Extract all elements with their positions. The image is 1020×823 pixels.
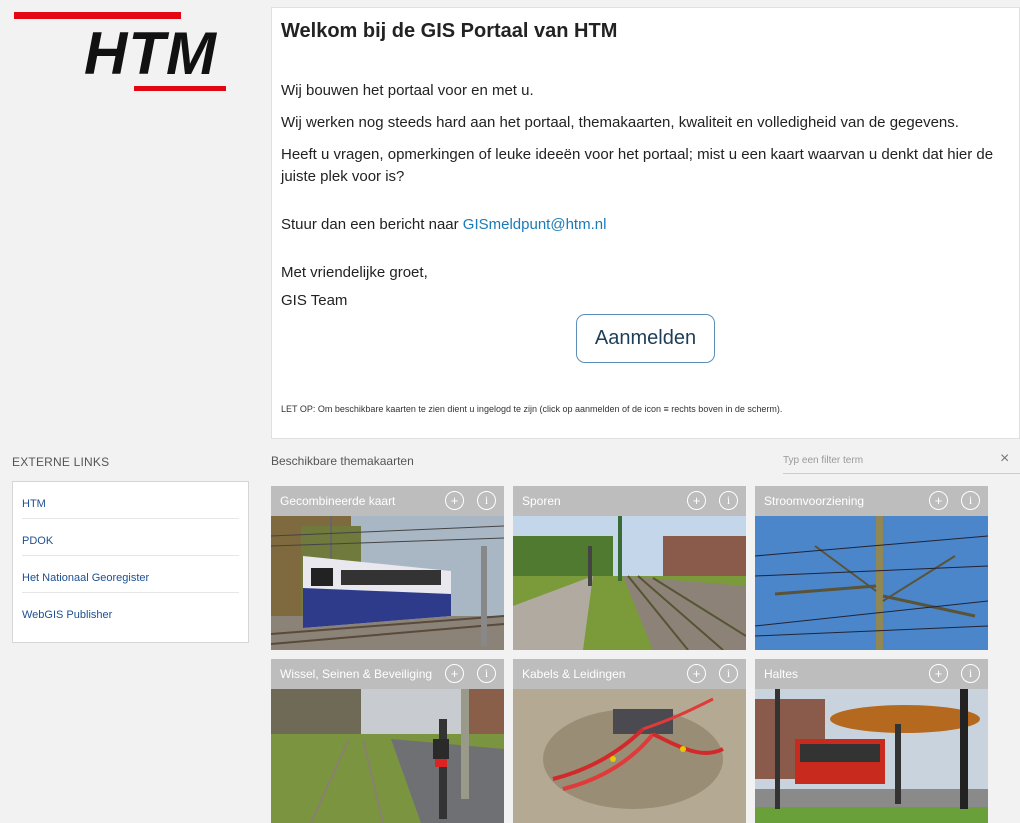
add-icon[interactable]: + (929, 664, 948, 683)
card-title: Sporen (522, 494, 561, 508)
map-card-kabels-leidingen[interactable]: Kabels & Leidingen + i (513, 659, 746, 823)
signal-photo (271, 689, 504, 823)
external-links-title: EXTERNE LINKS (12, 455, 110, 469)
logo-red-bar-bottom (134, 86, 226, 91)
add-icon[interactable]: + (445, 491, 464, 510)
welcome-paragraph-1: Wij bouwen het portaal voor en met u. (281, 82, 534, 99)
login-button[interactable]: Aanmelden (575, 314, 716, 363)
card-title: Haltes (764, 667, 799, 681)
external-link-pdok[interactable]: PDOK (22, 519, 239, 556)
login-button-wrap: Aanmelden (281, 314, 1010, 363)
welcome-panel: Welkom bij de GIS Portaal van HTM Wij bo… (271, 7, 1020, 439)
cables-photo (513, 689, 746, 823)
map-card-wissel-seinen-beveiliging[interactable]: Wissel, Seinen & Beveiliging + i (271, 659, 504, 823)
map-card-stroomvoorziening[interactable]: Stroomvoorziening + i (755, 486, 988, 650)
add-icon[interactable]: + (929, 491, 948, 510)
card-title: Gecombineerde kaart (280, 494, 396, 508)
welcome-paragraph-3: Heeft u vragen, opmerkingen of leuke ide… (281, 146, 994, 185)
overhead-wires-photo (755, 516, 988, 650)
welcome-contact: Stuur dan een bericht naar GISmeldpunt@h… (281, 214, 1010, 236)
info-icon[interactable]: i (477, 664, 496, 683)
map-card-sporen[interactable]: Sporen + i (513, 486, 746, 650)
login-note: LET OP: Om beschikbare kaarten te zien d… (281, 404, 783, 414)
card-title: Stroomvoorziening (764, 494, 865, 508)
filter-input[interactable] (783, 448, 1020, 474)
info-icon[interactable]: i (961, 664, 980, 683)
map-card-gecombineerde-kaart[interactable]: Gecombineerde kaart + i (271, 486, 504, 650)
external-links-list: HTM PDOK Het Nationaal Georegister WebGI… (12, 481, 249, 643)
card-title: Wissel, Seinen & Beveiliging (280, 667, 433, 681)
info-icon[interactable]: i (477, 491, 496, 510)
clear-filter-icon[interactable]: × (1000, 449, 1009, 469)
maps-section-title: Beschikbare themakaarten (271, 454, 414, 468)
htm-logo: HTM (14, 12, 239, 92)
contact-prefix: Stuur dan een bericht naar (281, 216, 463, 233)
welcome-signature: GIS Team (281, 292, 348, 309)
external-link-nationaal-georegister[interactable]: Het Nationaal Georegister (22, 556, 239, 593)
info-icon[interactable]: i (719, 664, 738, 683)
info-icon[interactable]: i (961, 491, 980, 510)
welcome-greeting: Met vriendelijke groet, (281, 264, 428, 281)
welcome-title: Welkom bij de GIS Portaal van HTM (281, 20, 618, 42)
external-link-htm[interactable]: HTM (22, 482, 239, 519)
logo-red-bar-top (14, 12, 181, 19)
tram-photo (271, 516, 504, 650)
email-link[interactable]: GISmeldpunt@htm.nl (463, 216, 607, 233)
card-title: Kabels & Leidingen (522, 667, 626, 681)
logo-text: HTM (84, 20, 217, 87)
tram-stop-photo (755, 689, 988, 823)
add-icon[interactable]: + (687, 491, 706, 510)
add-icon[interactable]: + (687, 664, 706, 683)
external-link-webgis-publisher[interactable]: WebGIS Publisher (22, 593, 239, 629)
info-icon[interactable]: i (719, 491, 738, 510)
welcome-paragraph-2: Wij werken nog steeds hard aan het porta… (281, 114, 959, 131)
map-card-haltes[interactable]: Haltes + i (755, 659, 988, 823)
tracks-photo (513, 516, 746, 650)
add-icon[interactable]: + (445, 664, 464, 683)
